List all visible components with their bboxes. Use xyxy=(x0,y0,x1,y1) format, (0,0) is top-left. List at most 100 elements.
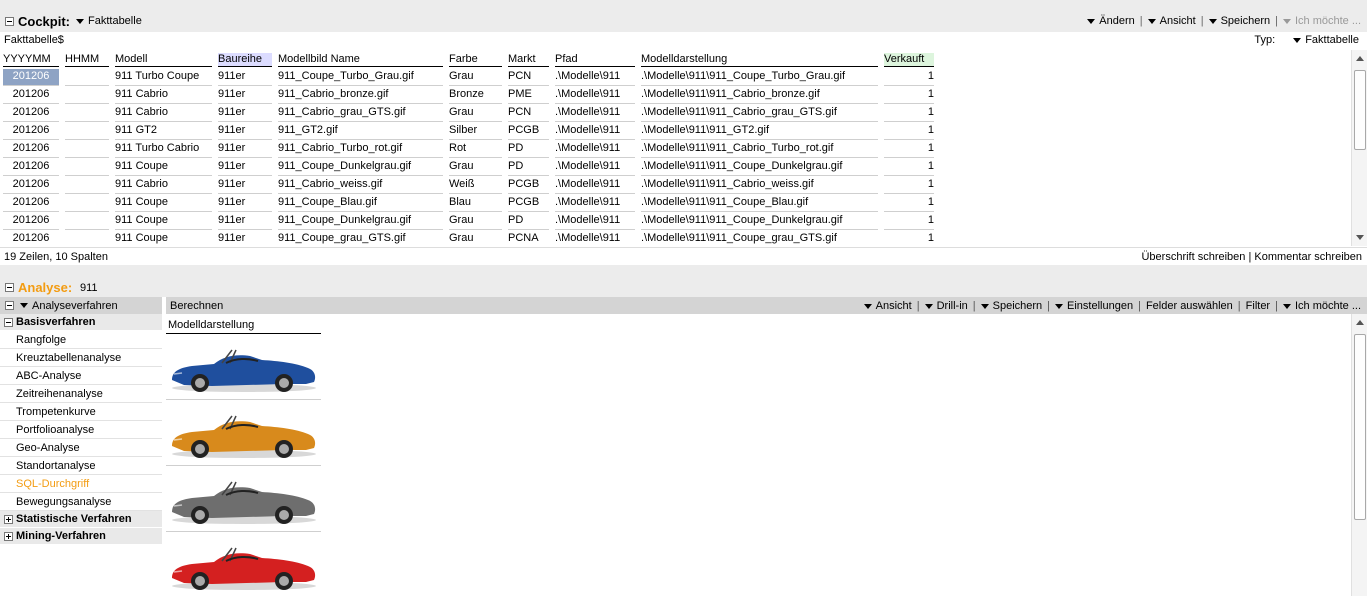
table-cell[interactable]: 201206 xyxy=(0,122,62,140)
method-group[interactable]: Basisverfahren xyxy=(0,314,162,331)
method-group[interactable]: Mining-Verfahren xyxy=(0,528,162,545)
method-item[interactable]: Standortanalyse xyxy=(0,457,162,475)
table-cell[interactable]: .\Modelle\911 xyxy=(552,194,638,212)
ansicht-button[interactable]: Ansicht xyxy=(863,300,912,312)
table-cell[interactable]: .\Modelle\911 xyxy=(552,86,638,104)
table-cell[interactable]: .\Modelle\911 xyxy=(552,68,638,86)
table-cell[interactable]: PCGB xyxy=(505,122,552,140)
table-cell[interactable]: 911er xyxy=(215,176,275,194)
table-cell[interactable]: .\Modelle\911\911_Coupe_Turbo_Grau.gif xyxy=(638,68,881,86)
table-cell[interactable]: .\Modelle\911 xyxy=(552,230,638,246)
cockpit-subtitle[interactable]: Fakttabelle xyxy=(76,15,142,27)
expand-icon[interactable] xyxy=(4,531,13,541)
table-cell[interactable]: 1 xyxy=(881,176,937,194)
table-cell[interactable] xyxy=(62,104,112,122)
filter-button[interactable]: Filter xyxy=(1246,300,1270,312)
table-cell[interactable] xyxy=(62,194,112,212)
column-header[interactable]: Modellbild Name xyxy=(275,50,446,68)
table-cell[interactable]: 1 xyxy=(881,194,937,212)
table-cell[interactable]: 201206 xyxy=(0,86,62,104)
scroll-up-icon[interactable] xyxy=(1356,320,1364,325)
collapse-icon[interactable] xyxy=(5,283,14,293)
table-cell[interactable]: 911er xyxy=(215,86,275,104)
car-image-cell[interactable] xyxy=(166,466,321,532)
table-cell[interactable]: 911 GT2 xyxy=(112,122,215,140)
table-cell[interactable]: PCNA xyxy=(505,230,552,246)
method-item[interactable]: ABC-Analyse xyxy=(0,367,162,385)
table-cell[interactable]: 911_Coupe_Dunkelgrau.gif xyxy=(275,158,446,176)
table-cell[interactable]: .\Modelle\911 xyxy=(552,158,638,176)
table-cell[interactable]: .\Modelle\911\911_Cabrio_weiss.gif xyxy=(638,176,881,194)
table-cell[interactable]: .\Modelle\911\911_Coupe_Dunkelgrau.gif xyxy=(638,158,881,176)
method-item[interactable]: Rangfolge xyxy=(0,331,162,349)
table-row[interactable]: 201206 911 Cabrio 911er 911_Cabrio_bronze.g… xyxy=(0,86,937,104)
column-header[interactable]: Modell xyxy=(112,50,215,68)
method-item[interactable]: Bewegungsanalyse xyxy=(0,493,162,511)
table-cell[interactable]: Weiß xyxy=(446,176,505,194)
table-cell[interactable]: PCN xyxy=(505,104,552,122)
column-header[interactable]: Pfad xyxy=(552,50,638,68)
column-header[interactable]: HHMM xyxy=(62,50,112,68)
ansicht-button[interactable]: Ansicht xyxy=(1147,15,1196,27)
table-cell[interactable] xyxy=(62,212,112,230)
expand-icon[interactable] xyxy=(4,514,13,524)
table-cell[interactable]: 911er xyxy=(215,194,275,212)
table-cell[interactable]: 1 xyxy=(881,212,937,230)
table-cell[interactable]: 911er xyxy=(215,230,275,246)
table-cell[interactable] xyxy=(62,230,112,246)
speichern-button[interactable]: Speichern xyxy=(980,300,1042,312)
table-cell[interactable]: PD xyxy=(505,158,552,176)
table-cell[interactable] xyxy=(62,158,112,176)
table-cell[interactable]: 911 Cabrio xyxy=(112,104,215,122)
table-cell[interactable]: .\Modelle\911\911_Coupe_Dunkelgrau.gif xyxy=(638,212,881,230)
table-cell[interactable]: Grau xyxy=(446,68,505,86)
table-cell[interactable]: PD xyxy=(505,212,552,230)
table-cell[interactable]: 911_GT2.gif xyxy=(275,122,446,140)
table-cell[interactable]: PD xyxy=(505,140,552,158)
table-cell[interactable]: 201206 xyxy=(0,140,62,158)
table-cell[interactable] xyxy=(62,140,112,158)
table-actions[interactable]: Überschrift schreiben | Kommentar schrei… xyxy=(1141,251,1362,263)
column-header[interactable]: Farbe xyxy=(446,50,505,68)
table-cell[interactable]: 201206 xyxy=(0,176,62,194)
table-cell[interactable]: 911_Coupe_Turbo_Grau.gif xyxy=(275,68,446,86)
table-cell[interactable]: 911er xyxy=(215,122,275,140)
table-row[interactable]: 201206 911 GT2 911er 911_GT2.gif Silber PCGB.… xyxy=(0,122,937,140)
table-cell[interactable]: .\Modelle\911\911_Coupe_grau_GTS.gif xyxy=(638,230,881,246)
table-cell[interactable]: 911er xyxy=(215,104,275,122)
table-cell[interactable]: 911 Coupe xyxy=(112,230,215,246)
table-cell[interactable]: Silber xyxy=(446,122,505,140)
table-cell[interactable]: 1 xyxy=(881,122,937,140)
table-cell[interactable]: 911er xyxy=(215,140,275,158)
cockpit-title[interactable]: Cockpit: xyxy=(5,14,70,29)
table-cell[interactable] xyxy=(62,68,112,86)
type-selector[interactable]: Typ: Fakttabelle xyxy=(1254,34,1359,46)
table-cell[interactable]: 911 Coupe xyxy=(112,212,215,230)
table-cell[interactable]: 201206 xyxy=(0,212,62,230)
table-cell[interactable]: 911er xyxy=(215,212,275,230)
table-cell[interactable]: .\Modelle\911\911_Cabrio_Turbo_rot.gif xyxy=(638,140,881,158)
collapse-icon[interactable] xyxy=(5,17,14,27)
method-item[interactable]: Geo-Analyse xyxy=(0,439,162,457)
table-cell[interactable]: 1 xyxy=(881,86,937,104)
table-cell[interactable] xyxy=(62,86,112,104)
method-item[interactable]: Zeitreihenanalyse xyxy=(0,385,162,403)
collapse-icon[interactable] xyxy=(4,317,13,327)
column-header[interactable]: YYYYMM xyxy=(0,50,62,68)
table-cell[interactable]: PCGB xyxy=(505,194,552,212)
table-cell[interactable]: Grau xyxy=(446,230,505,246)
table-cell[interactable]: 201206 xyxy=(0,194,62,212)
method-group[interactable]: Statistische Verfahren xyxy=(0,511,162,528)
table-cell[interactable]: .\Modelle\911 xyxy=(552,176,638,194)
table-cell[interactable]: .\Modelle\911\911_Cabrio_bronze.gif xyxy=(638,86,881,104)
table-cell[interactable]: 201206 xyxy=(0,230,62,246)
table-cell[interactable]: 911 Cabrio xyxy=(112,176,215,194)
table-cell[interactable]: 911 Coupe xyxy=(112,158,215,176)
table-cell[interactable]: .\Modelle\911\911_Coupe_Blau.gif xyxy=(638,194,881,212)
table-cell[interactable]: 1 xyxy=(881,158,937,176)
table-cell[interactable]: 911_Cabrio_Turbo_rot.gif xyxy=(275,140,446,158)
table-cell[interactable]: Blau xyxy=(446,194,505,212)
table-cell[interactable]: 911 Turbo Coupe xyxy=(112,68,215,86)
speichern-button[interactable]: Speichern xyxy=(1208,15,1270,27)
table-row[interactable]: 201206 911 Coupe 911er 911_Coupe_grau_GTS.g… xyxy=(0,230,937,246)
